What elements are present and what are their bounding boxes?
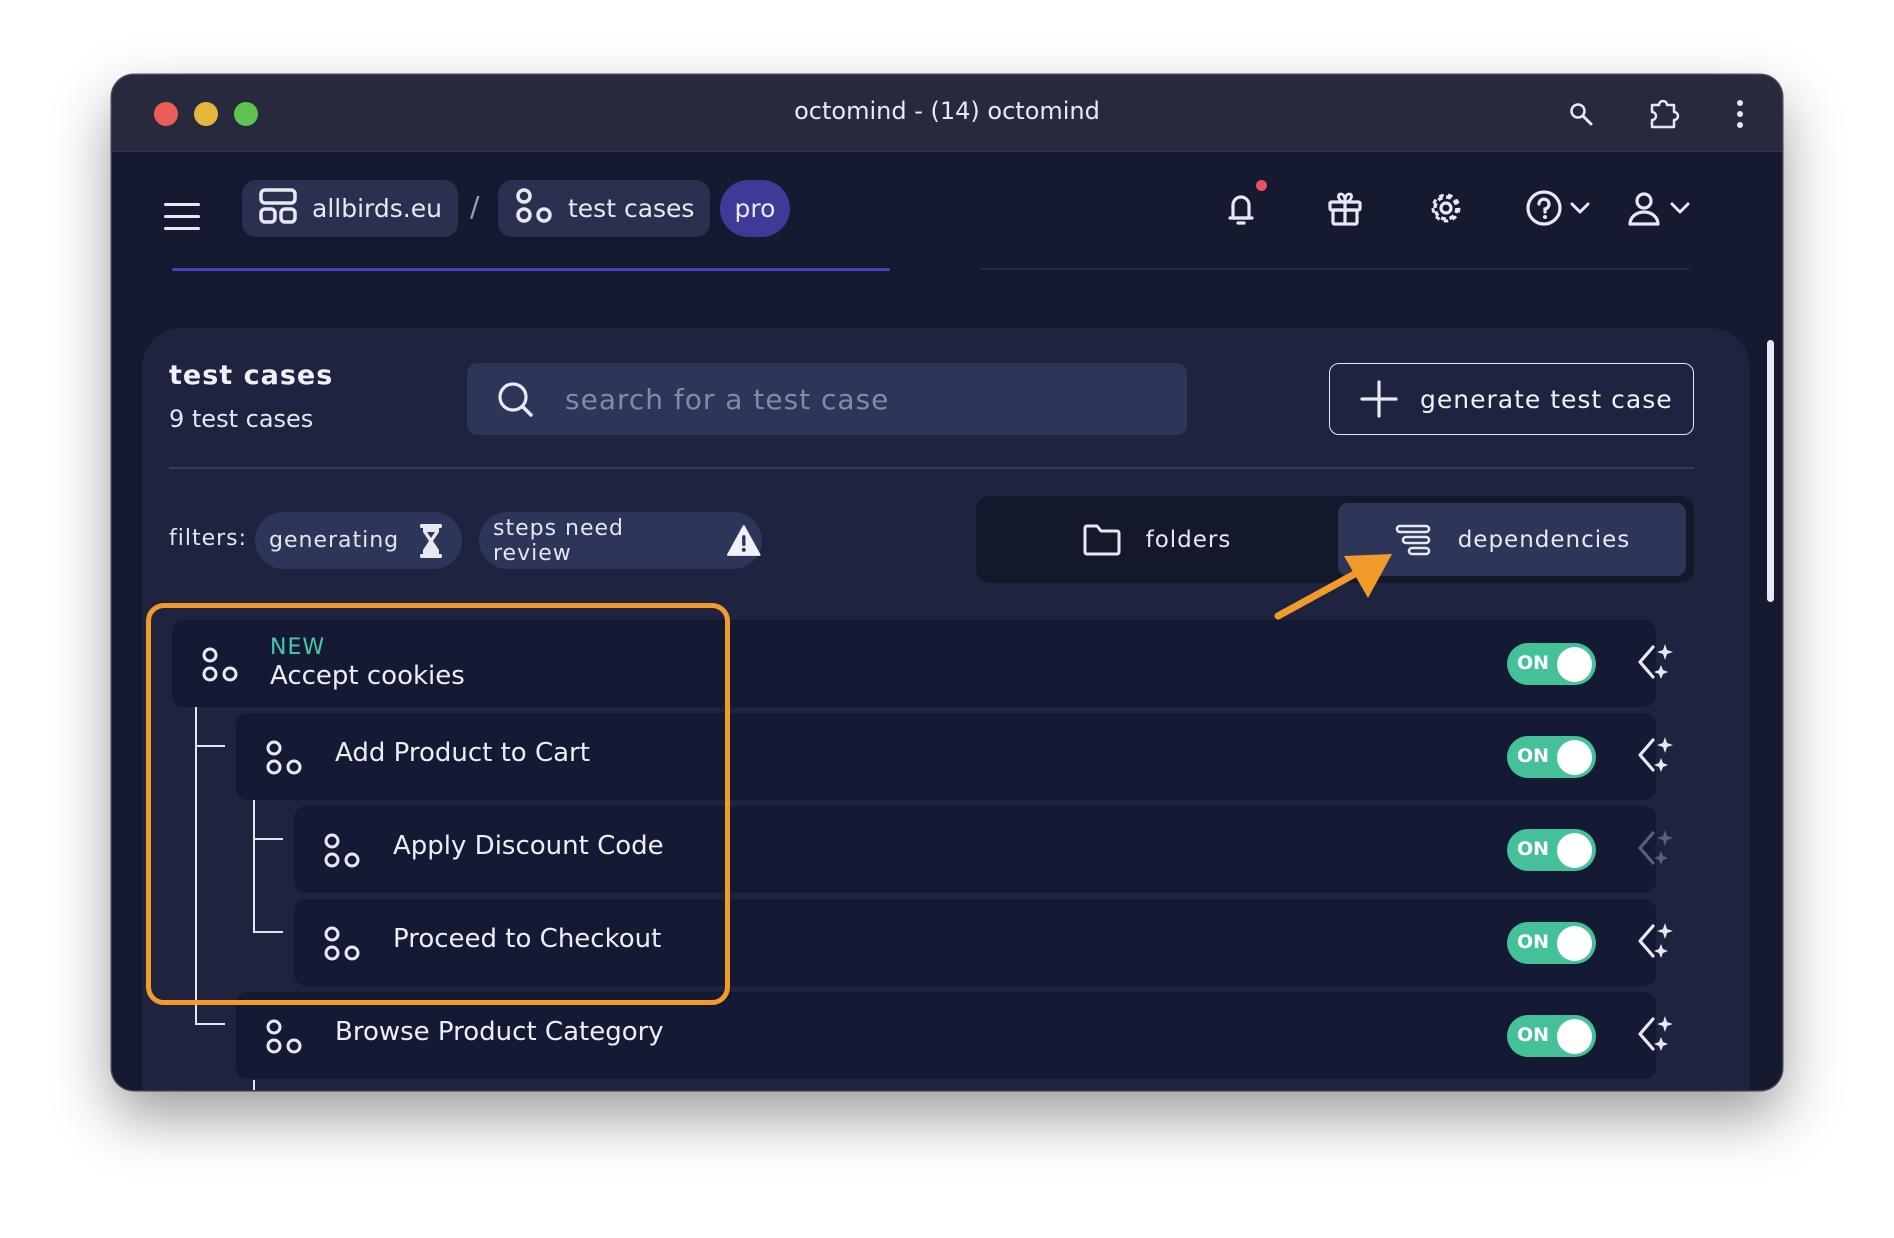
project-icon [258,186,298,232]
panel-divider [169,467,1694,469]
test-case-icon [514,186,554,232]
tree-connector [195,707,225,747]
tree-connector [195,747,197,987]
toggle-knob [1557,740,1592,775]
section-breadcrumb[interactable]: test cases [498,180,711,237]
hourglass-icon [420,523,443,558]
bell-icon[interactable] [1224,185,1258,231]
test-toggle[interactable]: ON [1507,1015,1596,1057]
test-name: Proceed to Checkout [393,924,662,954]
user-icon [1628,192,1660,226]
sparkle-icon[interactable] [1635,1013,1679,1057]
gift-icon[interactable] [1325,185,1365,231]
warning-icon [727,524,762,556]
test-name: Accept cookies [270,661,465,691]
plus-icon [1360,380,1398,418]
toggle-label: ON [1517,838,1550,860]
notification-dot [1256,180,1267,191]
generate-test-case-button[interactable]: generate test case [1329,363,1694,435]
title-bar: octomind - (14) octomind [112,75,1782,152]
plan-badge: pro [720,180,790,237]
test-case-icon [264,738,304,778]
tab-divider [980,268,1690,270]
app-window: octomind - (14) octomind allbirds.eu / t… [112,75,1782,1090]
section-name: test cases [568,194,695,223]
toggle-label: ON [1517,1024,1550,1046]
filter-review-label: steps need review [493,515,625,566]
chevron-down-icon [1670,202,1690,214]
filters-label: filters: [169,526,248,551]
search-placeholder: search for a test case [565,382,890,416]
tree-connector [253,840,255,900]
test-case-icon [322,924,362,964]
user-menu[interactable] [1624,185,1692,231]
tree-connector [253,893,283,933]
test-toggle[interactable]: ON [1507,829,1596,871]
extensions-icon[interactable] [1644,95,1682,133]
project-name: allbirds.eu [312,194,442,223]
page-title: test cases [169,360,334,391]
help-icon [1526,190,1562,226]
folders-label: folders [1145,526,1232,553]
sparkle-icon[interactable] [1635,734,1679,778]
test-case-count: 9 test cases [169,405,314,433]
help-menu[interactable] [1524,185,1592,231]
filter-steps-need-review[interactable]: steps need review [479,512,762,569]
dependencies-label: dependencies [1457,526,1631,553]
test-toggle[interactable]: ON [1507,736,1596,778]
new-badge: NEW [270,635,326,660]
active-tab-indicator [172,268,890,271]
sparkle-icon[interactable] [1635,920,1679,964]
toggle-knob [1557,833,1592,868]
sparkle-icon[interactable] [1635,641,1679,685]
more-options-icon[interactable] [1721,95,1759,133]
search-input[interactable]: search for a test case [467,363,1187,435]
zoom-icon[interactable] [1562,95,1600,133]
filter-generating[interactable]: generating [255,512,462,569]
toggle-label: ON [1517,652,1550,674]
tree-connector [253,800,283,840]
tree-connector [253,1080,255,1090]
test-name: Add Product to Cart [335,738,590,768]
test-toggle[interactable]: ON [1507,643,1596,685]
toggle-label: ON [1517,931,1550,953]
window-title: octomind - (14) octomind [794,97,1100,125]
generate-label: generate test case [1420,384,1673,414]
project-breadcrumb[interactable]: allbirds.eu [242,180,458,237]
toggle-label: ON [1517,745,1550,767]
toggle-knob [1557,647,1592,682]
tree-connector [195,975,225,1025]
test-name: Browse Product Category [335,1017,664,1047]
folder-icon [1083,524,1121,555]
test-case-icon [322,831,362,871]
test-name: Apply Discount Code [393,831,664,861]
chevron-down-icon [1570,202,1590,214]
breadcrumb-separator: / [470,190,480,223]
toggle-knob [1557,926,1592,961]
test-case-icon [264,1017,304,1057]
scrollbar[interactable] [1767,340,1774,602]
menu-icon[interactable] [162,200,202,234]
toggle-knob [1557,1019,1592,1054]
test-toggle[interactable]: ON [1507,922,1596,964]
test-case-icon [200,645,240,685]
filter-generating-label: generating [269,528,400,553]
sparkle-icon-disabled [1635,827,1679,871]
gear-icon[interactable] [1425,185,1467,231]
arrow-annotation [1274,554,1392,620]
search-icon [498,382,533,417]
